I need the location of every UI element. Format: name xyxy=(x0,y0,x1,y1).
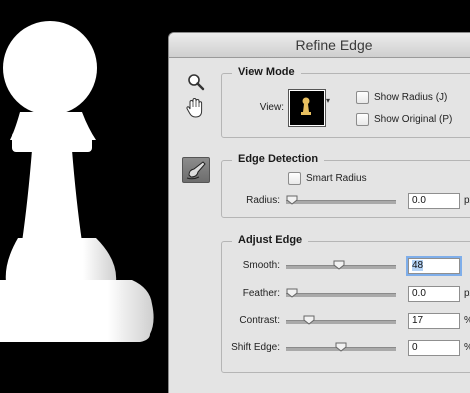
edge-detection-group: Edge Detection Smart Radius Radius: 0.0 … xyxy=(221,153,470,218)
smooth-label: Smooth: xyxy=(242,260,280,271)
radius-label: Radius: xyxy=(246,195,280,206)
view-mode-dropdown-arrow[interactable]: ▾ xyxy=(326,96,330,105)
radius-slider-thumb[interactable] xyxy=(286,195,298,205)
show-radius-checkbox[interactable]: Show Radius (J) xyxy=(356,91,447,104)
smart-radius-checkbox[interactable]: Smart Radius xyxy=(288,172,367,185)
refine-radius-brush-icon[interactable] xyxy=(182,157,210,183)
show-radius-label: Show Radius (J) xyxy=(374,92,448,103)
edge-detection-title: Edge Detection xyxy=(232,153,325,165)
show-original-label: Show Original (P) xyxy=(374,114,453,125)
refine-edge-dialog: Refine Edge View Mode View: ▾ Show Radiu… xyxy=(168,32,470,393)
show-radius-box[interactable] xyxy=(356,91,369,104)
smooth-input[interactable]: 48 xyxy=(408,258,460,274)
show-original-checkbox[interactable]: Show Original (P) xyxy=(356,113,452,126)
dialog-title: Refine Edge xyxy=(169,33,470,58)
view-mode-group: View Mode View: ▾ Show Radius (J) Show O… xyxy=(221,66,470,138)
radius-input[interactable]: 0.0 xyxy=(408,193,460,209)
feather-unit: px xyxy=(464,288,470,299)
pawn-thumbnail-icon xyxy=(301,97,311,115)
shift-edge-label: Shift Edge: xyxy=(231,342,280,353)
radius-slider[interactable] xyxy=(286,195,396,206)
smooth-slider[interactable] xyxy=(286,260,396,271)
feather-slider[interactable] xyxy=(286,288,396,299)
view-mode-title: View Mode xyxy=(232,66,301,78)
hand-icon[interactable] xyxy=(185,97,205,119)
show-original-box[interactable] xyxy=(356,113,369,126)
contrast-slider[interactable] xyxy=(286,315,396,326)
view-mode-thumbnail[interactable] xyxy=(288,89,326,127)
radius-unit: px xyxy=(464,195,470,206)
smart-radius-label: Smart Radius xyxy=(306,173,367,184)
smooth-input-value: 48 xyxy=(412,260,424,271)
feather-slider-track xyxy=(286,293,396,297)
smooth-slider-thumb[interactable] xyxy=(333,260,345,270)
smart-radius-box[interactable] xyxy=(288,172,301,185)
contrast-input[interactable]: 17 xyxy=(408,313,460,329)
feather-input[interactable]: 0.0 xyxy=(408,286,460,302)
pawn-silhouette xyxy=(0,21,154,342)
feather-slider-thumb[interactable] xyxy=(286,288,298,298)
contrast-slider-thumb[interactable] xyxy=(303,315,315,325)
radius-slider-track xyxy=(286,200,396,204)
contrast-unit: % xyxy=(464,315,470,326)
adjust-edge-title: Adjust Edge xyxy=(232,234,309,246)
shift-edge-slider-thumb[interactable] xyxy=(335,342,347,352)
contrast-label: Contrast: xyxy=(239,315,280,326)
feather-label: Feather: xyxy=(242,288,280,299)
image-canvas[interactable] xyxy=(0,0,170,380)
shift-edge-input[interactable]: 0 xyxy=(408,340,460,356)
shift-edge-slider[interactable] xyxy=(286,342,396,353)
zoom-icon[interactable] xyxy=(187,73,205,91)
shift-edge-unit: % xyxy=(464,342,470,353)
adjust-edge-group: Adjust Edge Smooth: 48 Feather: 0.0 px C… xyxy=(221,234,470,373)
view-label: View: xyxy=(259,102,284,113)
